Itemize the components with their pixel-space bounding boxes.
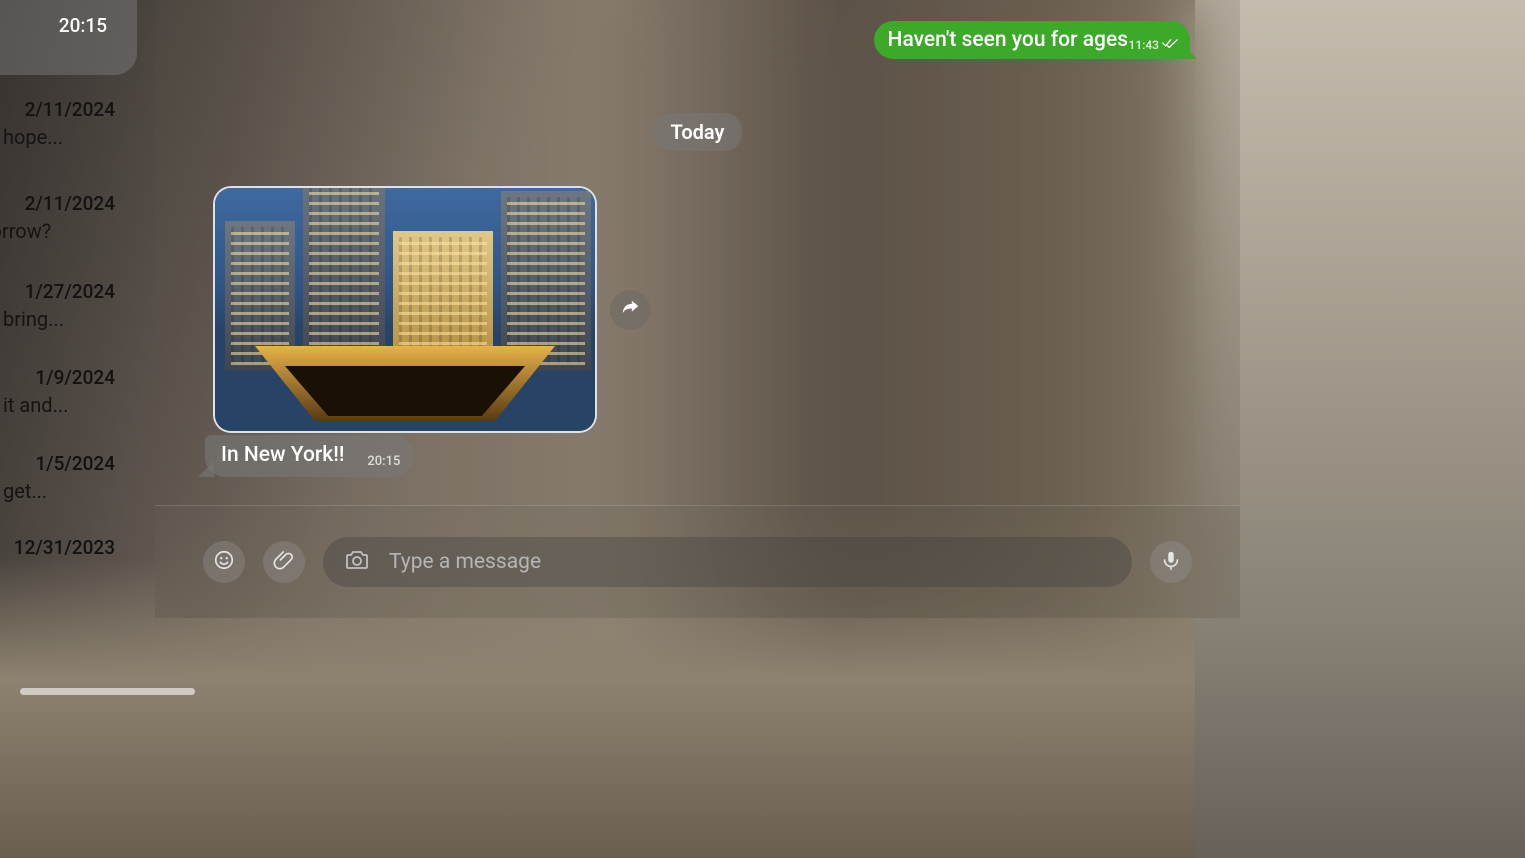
sidebar-item[interactable]: 12/31/2023	[0, 536, 115, 563]
sidebar-item-preview: hope...	[0, 125, 115, 149]
scroll-handle[interactable]	[20, 688, 195, 695]
outgoing-message-text: Haven't seen you for ages	[888, 28, 1128, 52]
sidebar-selected-card[interactable]	[0, 0, 137, 75]
sidebar-item-date: 12/31/2023	[0, 536, 115, 559]
chat-list-sidebar: 20:15 2/11/2024 hope... 2/11/2024 morrow…	[0, 0, 155, 618]
emoji-icon	[213, 549, 235, 575]
attach-button[interactable]	[263, 541, 305, 583]
microphone-icon	[1160, 549, 1182, 575]
incoming-caption-bubble[interactable]: In New York!! 20:15	[205, 435, 414, 477]
sidebar-item-preview: it and...	[0, 393, 115, 417]
incoming-caption-text: In New York!!	[221, 443, 344, 467]
message-input[interactable]: Type a message	[323, 537, 1132, 587]
sidebar-item-date: 2/11/2024	[0, 192, 115, 215]
sidebar-item-date: 2/11/2024	[0, 98, 115, 121]
date-separator: Today	[653, 113, 743, 151]
sidebar-item-preview: morrow?	[0, 219, 115, 243]
sidebar-item[interactable]: 1/5/2024 get...	[0, 452, 115, 503]
message-input-placeholder: Type a message	[389, 550, 541, 574]
sidebar-item-preview: get...	[0, 479, 115, 503]
share-button[interactable]	[610, 290, 650, 330]
outgoing-message[interactable]: Haven't seen you for ages 11:43	[874, 21, 1190, 59]
sidebar-item[interactable]: 2/11/2024 hope...	[0, 98, 115, 149]
camera-icon	[345, 549, 369, 575]
composer: Type a message	[155, 505, 1240, 618]
sidebar-item[interactable]: 1/27/2024 bring...	[0, 280, 115, 331]
incoming-image-message[interactable]	[213, 186, 597, 433]
share-icon	[619, 297, 641, 323]
sidebar-item-date: 1/27/2024	[0, 280, 115, 303]
chat-panel: Haven't seen you for ages 11:43 Today	[155, 0, 1240, 618]
sidebar-item[interactable]: 1/9/2024 it and...	[0, 366, 115, 417]
sidebar-item-date: 1/5/2024	[0, 452, 115, 475]
sidebar-item-date: 1/9/2024	[0, 366, 115, 389]
outgoing-message-time: 11:43	[1129, 38, 1159, 52]
sidebar-item[interactable]: 2/11/2024 morrow?	[0, 192, 115, 243]
read-checks-icon	[1162, 37, 1178, 52]
sidebar-top-time: 20:15	[59, 14, 107, 37]
voice-button[interactable]	[1150, 541, 1192, 583]
incoming-caption-time: 20:15	[367, 454, 400, 469]
sidebar-item-preview: bring...	[0, 307, 115, 331]
message-image[interactable]	[213, 186, 597, 433]
paperclip-icon	[273, 549, 295, 575]
emoji-button[interactable]	[203, 541, 245, 583]
